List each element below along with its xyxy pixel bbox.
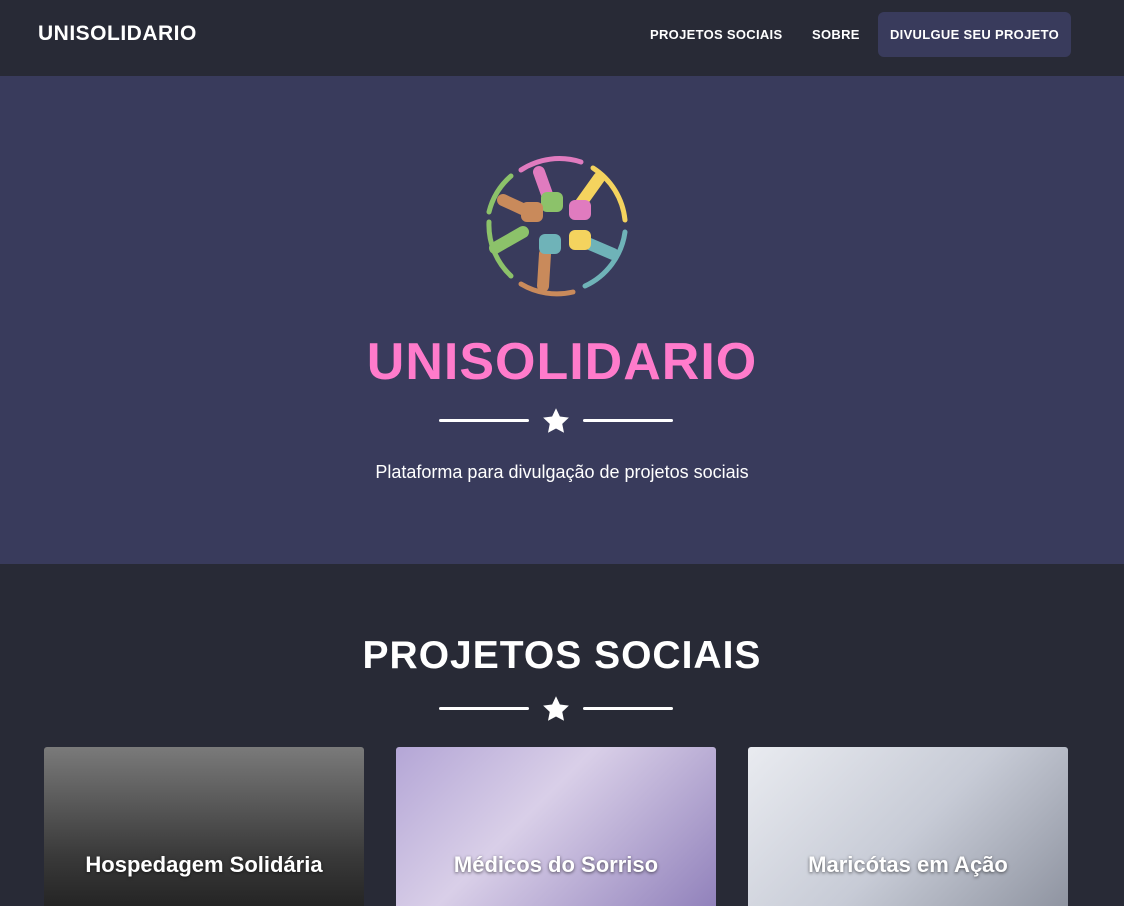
hero-divider (439, 406, 673, 436)
divider-line (583, 419, 673, 422)
project-card-hospedagem-solidaria[interactable]: Hospedagem Solidária (44, 747, 364, 906)
divulgue-projeto-button[interactable]: DIVULGUE SEU PROJETO (878, 12, 1071, 57)
star-icon (543, 408, 569, 433)
divider-line (583, 707, 673, 710)
hands-circle-logo-icon (486, 156, 628, 297)
star-icon (543, 696, 569, 721)
divider-line (439, 707, 529, 710)
project-card-maricotas-em-acao[interactable]: Maricótas em Ação (748, 747, 1068, 906)
project-card-image (44, 747, 364, 906)
project-card-image (748, 747, 1068, 906)
nav-link-projetos-sociais[interactable]: PROJETOS SOCIAIS (650, 27, 782, 42)
navbar: UNISOLIDARIO PROJETOS SOCIAIS SOBRE DIVU… (0, 0, 1124, 76)
projects-divider (439, 694, 673, 724)
project-card-title: Maricótas em Ação (808, 852, 1008, 877)
hero-subtitle: Plataforma para divulgação de projetos s… (375, 462, 749, 482)
project-card-title: Médicos do Sorriso (453, 852, 659, 877)
brand-link[interactable]: UNISOLIDARIO (38, 22, 197, 46)
hero-title: UNISOLIDARIO (366, 333, 758, 391)
projects-section-title: PROJETOS SOCIAIS (362, 634, 762, 677)
project-card-image (396, 747, 716, 906)
divider-line (439, 419, 529, 422)
project-card-title: Hospedagem Solidária (85, 852, 323, 877)
project-card-medicos-do-sorriso[interactable]: Médicos do Sorriso (396, 747, 716, 906)
nav-link-sobre[interactable]: SOBRE (812, 27, 860, 42)
